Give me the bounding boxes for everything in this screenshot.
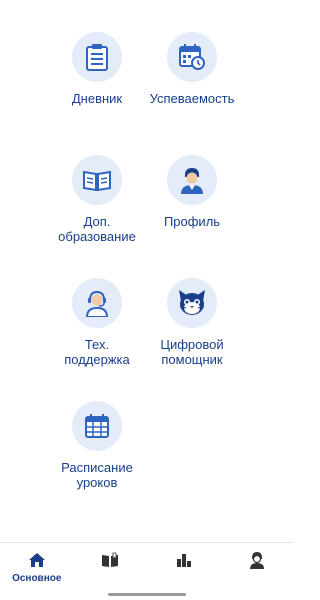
menu-progress[interactable]: Успеваемость (137, 32, 247, 106)
user-avatar-icon (167, 155, 217, 205)
menu-support[interactable]: Тех. поддержка (42, 278, 152, 367)
cat-assistant-icon (167, 278, 217, 328)
bar-chart-icon (176, 551, 192, 569)
menu-assistant[interactable]: Цифровой помощник (137, 278, 247, 367)
calendar-clock-icon (167, 32, 217, 82)
menu-assistant-label: Цифровой помощник (160, 337, 224, 367)
menu-profile-label: Профиль (163, 214, 221, 229)
nav-home-label: Основное (12, 573, 62, 584)
open-book-icon (72, 155, 122, 205)
menu-profile[interactable]: Профиль (137, 155, 247, 229)
nav-profile[interactable] (221, 543, 295, 600)
nav-book[interactable] (74, 543, 148, 600)
menu-diary-label: Дневник (71, 91, 123, 106)
menu-education[interactable]: Доп. образование (42, 155, 152, 244)
home-icon (28, 551, 46, 569)
book-icon (101, 551, 119, 569)
calendar-grid-icon (72, 401, 122, 451)
support-headset-icon (72, 278, 122, 328)
menu-progress-label: Успеваемость (149, 91, 235, 106)
nav-home[interactable]: Основное (0, 543, 74, 600)
home-indicator-bar (108, 593, 186, 596)
bottom-navigation: Основное (0, 542, 294, 600)
nav-stats[interactable] (147, 543, 221, 600)
menu-education-label: Доп. образование (58, 214, 136, 244)
menu-schedule-label: Расписание уроков (61, 460, 133, 490)
menu-support-label: Тех. поддержка (64, 337, 130, 367)
user-icon (248, 551, 266, 569)
menu-diary[interactable]: Дневник (42, 32, 152, 106)
diary-clipboard-icon (72, 32, 122, 82)
menu-schedule[interactable]: Расписание уроков (42, 401, 152, 490)
